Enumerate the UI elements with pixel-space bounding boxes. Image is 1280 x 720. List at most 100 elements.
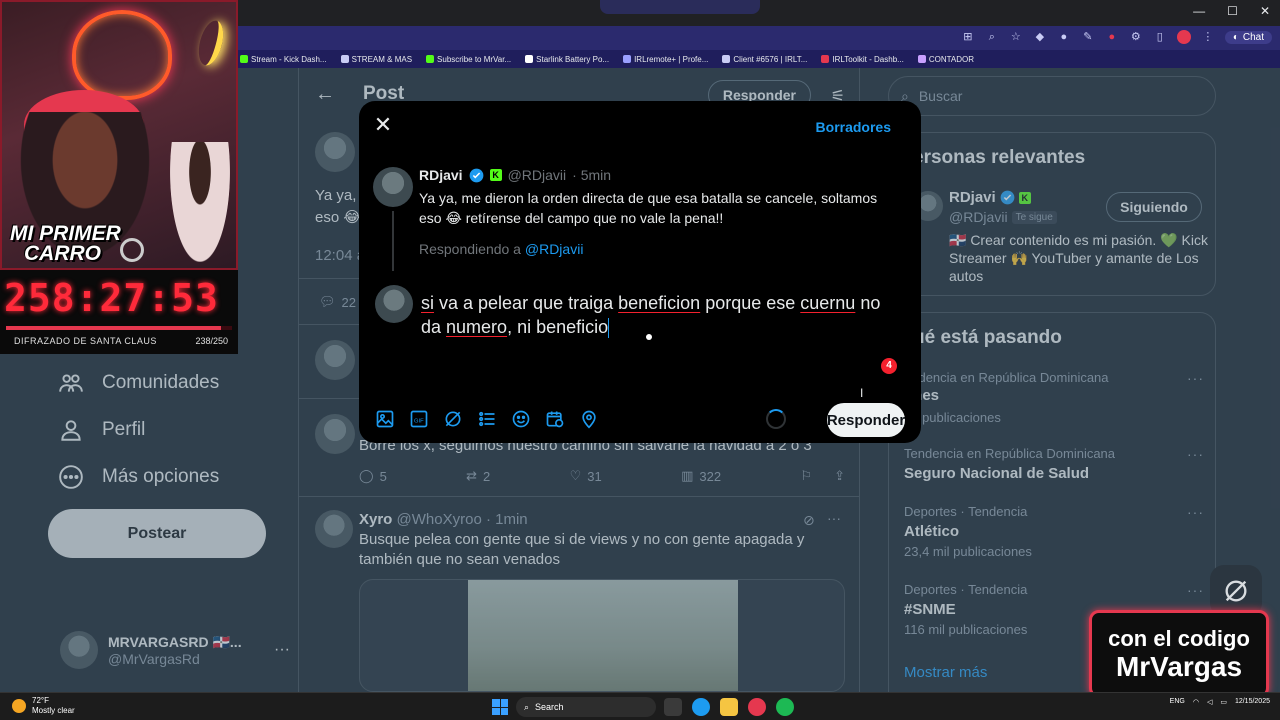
verified-badge-icon — [469, 168, 483, 182]
copilot-icon: ◐ — [1232, 31, 1239, 43]
volume-icon[interactable]: ◁ — [1207, 698, 1212, 706]
subathon-timer: 258:27:53 DIFRAZADO DE SANTA CLAUS 238/2… — [0, 270, 238, 354]
taskbar-search[interactable]: ⌕ Search — [516, 697, 656, 717]
replying-to-link[interactable]: @RDjavii — [525, 241, 584, 257]
bookmark-label: Client #6576 | IRLT... — [733, 54, 808, 64]
background-person — [170, 142, 230, 262]
active-tab[interactable] — [600, 0, 760, 14]
obs-icon[interactable] — [748, 698, 766, 716]
bookmark-favicon-icon — [821, 55, 830, 63]
chat-label: Chat — [1242, 31, 1264, 43]
wifi-icon[interactable]: ◠ — [1193, 698, 1199, 706]
bookmark-favicon-icon — [722, 55, 731, 63]
bookmark-label: IRLremote+ | Profe... — [634, 54, 709, 64]
bookmark-label: Subscribe to MrVar... — [437, 54, 512, 64]
original-author-handle[interactable]: @RDjavii — [508, 167, 567, 183]
drafts-button[interactable]: Borradores — [816, 119, 891, 135]
spotify-icon[interactable] — [776, 698, 794, 716]
extension-icon[interactable]: ● — [1105, 30, 1119, 44]
weather-temp: 72°F — [32, 696, 49, 705]
minimize-icon[interactable]: — — [1193, 4, 1205, 18]
screen: — ☐ ✕ ⊞ ⌕ ☆ ◆ ● ✎ ● ⚙ ▯ ⋮ ◐ Chat Stream -… — [0, 0, 1280, 720]
mouse-cursor-icon: I — [860, 386, 864, 400]
neon-banana-icon — [194, 17, 228, 69]
char-progress-ring — [766, 409, 786, 429]
windows-taskbar: 72°F Mostly clear ⌕ Search ENG ◠ ◁ ▭ 12/… — [0, 692, 1280, 720]
bookmark-favicon-icon — [426, 55, 435, 63]
schedule-icon[interactable] — [545, 409, 565, 429]
taskbar-apps — [664, 698, 794, 716]
bookmark-item[interactable]: IRLremote+ | Profe... — [623, 55, 708, 64]
start-button[interactable] — [492, 699, 508, 715]
goal-count: 238/250 — [195, 336, 228, 346]
window-controls: — ☐ ✕ — [1193, 4, 1270, 18]
bookmark-item[interactable]: Starlink Battery Po... — [525, 55, 609, 64]
compose-text: va a pelear que traiga — [434, 293, 619, 313]
promo-line1: con el codigo — [1108, 626, 1250, 651]
extension-icon[interactable]: ◆ — [1033, 30, 1047, 44]
edge-icon[interactable] — [692, 698, 710, 716]
clock[interactable]: 12/15/2025 — [1235, 697, 1270, 706]
grok-icon[interactable] — [443, 409, 463, 429]
emoji-icon[interactable] — [511, 409, 531, 429]
bookmark-item[interactable]: STREAM & MAS — [340, 55, 412, 64]
task-view-icon[interactable] — [664, 698, 682, 716]
weather-icon — [12, 699, 26, 713]
bookmark-star-icon[interactable]: ☆ — [1009, 30, 1023, 44]
bookmark-item[interactable]: Stream - Kick Dash... — [240, 55, 327, 64]
text-caret — [608, 318, 610, 339]
bookmark-item[interactable]: CONTADOR — [917, 54, 974, 64]
translate-icon[interactable]: ⊞ — [961, 30, 975, 44]
bookmark-favicon-icon — [525, 55, 534, 63]
char-counter-badge: 4 — [881, 358, 897, 374]
avatar[interactable] — [373, 167, 413, 207]
poll-icon[interactable] — [477, 409, 497, 429]
bookmark-favicon-icon — [917, 55, 926, 63]
menu-icon[interactable]: ⋮ — [1201, 30, 1215, 44]
chat-button[interactable]: ◐ Chat — [1224, 30, 1272, 44]
thread-line — [392, 211, 394, 271]
close-icon[interactable]: ✕ — [373, 114, 393, 136]
avatar — [375, 285, 413, 323]
misspelled-word: cuernu — [800, 293, 856, 313]
search-icon: ⌕ — [524, 701, 530, 712]
misspelled-word: si — [421, 293, 434, 313]
bookmark-label: CONTADOR — [928, 54, 974, 64]
sidebar-icon[interactable]: ▯ — [1153, 30, 1167, 44]
zoom-icon[interactable]: ⌕ — [985, 30, 999, 44]
promo-code-overlay: con el codigo MrVargas — [1089, 610, 1269, 698]
bookmark-item[interactable]: Subscribe to MrVar... — [426, 55, 511, 64]
gif-icon[interactable]: GIF — [409, 409, 429, 429]
promo-line2: MrVargas — [1115, 651, 1243, 682]
timer-value: 258:27:53 — [4, 276, 219, 320]
goal-label: DIFRAZADO DE SANTA CLAUS — [14, 336, 157, 346]
extension-icon[interactable]: ✎ — [1081, 30, 1095, 44]
location-icon[interactable] — [579, 409, 599, 429]
image-icon[interactable] — [375, 409, 395, 429]
reply-textarea[interactable]: si va a pelear que traiga beneficion por… — [421, 291, 901, 339]
bookmark-favicon-icon — [340, 55, 349, 63]
file-explorer-icon[interactable] — [720, 698, 738, 716]
battery-icon[interactable]: ▭ — [1220, 698, 1227, 706]
bookmark-label: Starlink Battery Po... — [536, 54, 610, 64]
date: 12/15/2025 — [1234, 698, 1270, 705]
language-indicator[interactable]: ENG — [1170, 698, 1185, 705]
maximize-icon[interactable]: ☐ — [1227, 4, 1238, 18]
extensions-puzzle-icon[interactable]: ⚙ — [1129, 30, 1143, 44]
text-cursor-handle[interactable] — [646, 334, 652, 340]
original-author-name[interactable]: RDjavi — [419, 167, 463, 183]
system-tray: ENG ◠ ◁ ▭ 12/15/2025 — [1170, 697, 1270, 706]
taskbar-search-label: Search — [535, 702, 564, 712]
bookmark-item[interactable]: IRLToolkit - Dashb... — [821, 55, 904, 64]
extension-icon[interactable]: ● — [1057, 30, 1071, 44]
bookmark-item[interactable]: Client #6576 | IRLT... — [722, 55, 807, 64]
close-window-icon[interactable]: ✕ — [1260, 4, 1270, 18]
goal-progress-track — [6, 326, 232, 330]
reply-submit-button[interactable]: Responder — [827, 403, 907, 437]
goal-progress-fill — [6, 326, 222, 330]
compose-text: porque ese — [700, 293, 801, 313]
weather-widget[interactable]: 72°F Mostly clear — [12, 696, 75, 716]
grok-icon — [1225, 580, 1247, 602]
profile-avatar-icon[interactable] — [1176, 30, 1191, 44]
reply-modal: ✕ Borradores RDjavi K @RDjavii · 5min Ya… — [359, 101, 921, 443]
